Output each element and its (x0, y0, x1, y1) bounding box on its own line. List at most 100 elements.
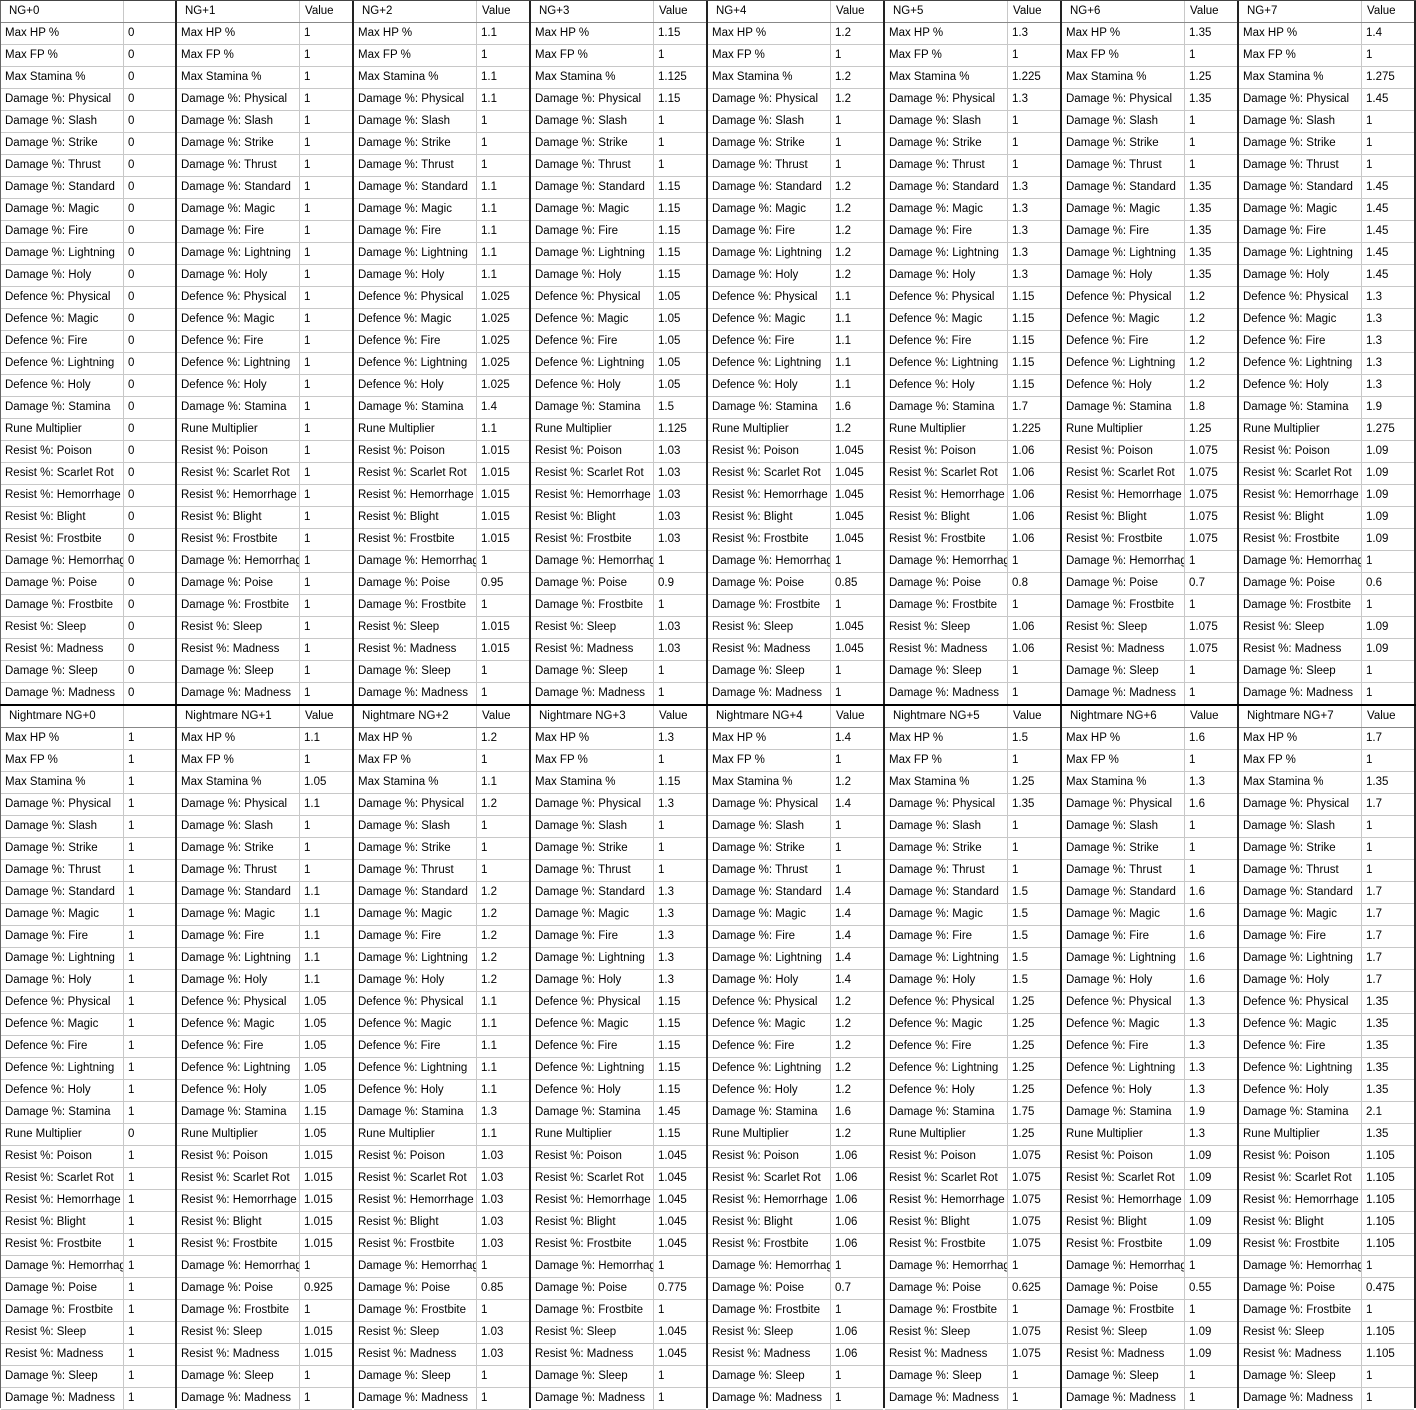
value-cell[interactable]: 1.2 (831, 23, 883, 44)
value-cell[interactable]: 1.3 (1185, 1124, 1237, 1145)
table-row[interactable]: Resist %: Hemorrhage 1.06 (708, 1190, 883, 1212)
table-row[interactable]: Damage %: Sleep 1 (177, 1366, 352, 1388)
value-cell[interactable]: 1.25 (1008, 992, 1060, 1013)
value-cell[interactable]: 1.05 (300, 1036, 352, 1057)
row-label-cell[interactable]: Damage %: Strike (885, 838, 1008, 859)
row-label-cell[interactable]: Rune Multiplier (1239, 419, 1362, 440)
value-cell[interactable]: 1.15 (654, 1014, 706, 1035)
value-cell[interactable]: 1.05 (300, 1080, 352, 1101)
table-row[interactable]: Defence %: Physical 1.15 (531, 992, 706, 1014)
value-cell[interactable]: 1 (124, 1168, 175, 1189)
value-cell[interactable]: 1 (300, 331, 352, 352)
table-row[interactable]: Damage %: Sleep 1 (1062, 1366, 1237, 1388)
value-cell[interactable]: 1.15 (1008, 309, 1060, 330)
value-cell[interactable]: 0 (124, 551, 175, 572)
row-label-cell[interactable]: Damage %: Stamina (1062, 397, 1185, 418)
row-label-cell[interactable]: Rune Multiplier (354, 1124, 477, 1145)
table-row[interactable]: Damage %: Stamina 1.6 (708, 397, 883, 419)
row-label-cell[interactable]: Damage %: Strike (1, 838, 124, 859)
value-cell[interactable]: 0 (124, 595, 175, 616)
row-label-cell[interactable]: Damage %: Standard (1239, 882, 1362, 903)
value-cell[interactable]: 1 (831, 683, 883, 704)
table-row[interactable]: Damage %: Standard 1.3 (885, 177, 1060, 199)
value-cell[interactable]: 0 (124, 507, 175, 528)
row-label-cell[interactable]: Damage %: Hemorrhage (885, 551, 1008, 572)
row-label-cell[interactable]: Rune Multiplier (708, 1124, 831, 1145)
value-cell[interactable]: 1 (477, 45, 529, 66)
table-row[interactable]: Resist %: Blight 1.06 (885, 507, 1060, 529)
value-cell[interactable]: 1.15 (654, 23, 706, 44)
row-label-cell[interactable]: Resist %: Poison (1062, 441, 1185, 462)
table-row[interactable]: Defence %: Holy 1.3 (1062, 1080, 1237, 1102)
table-row[interactable]: Rune Multiplier 1.1 (354, 1124, 529, 1146)
table-row[interactable]: Damage %: Physical 1.15 (531, 89, 706, 111)
row-label-cell[interactable]: Damage %: Hemorrhage (177, 551, 300, 572)
value-cell[interactable]: 0 (124, 529, 175, 550)
table-row[interactable]: Resist %: Sleep 1.06 (885, 617, 1060, 639)
row-label-cell[interactable]: Defence %: Lightning (1062, 1058, 1185, 1079)
table-row[interactable]: Defence %: Magic 1.1 (354, 1014, 529, 1036)
table-row[interactable]: Resist %: Scarlet Rot 0 (1, 463, 175, 485)
table-row[interactable]: Defence %: Holy 1.25 (885, 1080, 1060, 1102)
value-cell[interactable]: 1.3 (1185, 1058, 1237, 1079)
value-cell[interactable]: 1.105 (1362, 1146, 1414, 1167)
table-row[interactable]: Damage %: Standard 1.2 (708, 177, 883, 199)
value-cell[interactable]: 1.09 (1185, 1234, 1237, 1255)
value-cell[interactable]: 1.5 (1008, 926, 1060, 947)
row-label-cell[interactable]: Resist %: Poison (531, 1146, 654, 1167)
row-label-cell[interactable]: Damage %: Poise (1239, 573, 1362, 594)
row-label-cell[interactable]: Resist %: Sleep (1, 1322, 124, 1343)
row-label-cell[interactable]: Damage %: Hemorrhage (1239, 1256, 1362, 1277)
row-label-cell[interactable]: Max HP % (885, 23, 1008, 44)
table-row[interactable]: Damage %: Stamina 1.5 (531, 397, 706, 419)
row-label-cell[interactable]: Damage %: Sleep (1, 661, 124, 682)
value-cell[interactable]: 1.05 (654, 375, 706, 396)
row-label-cell[interactable]: Resist %: Frostbite (177, 529, 300, 550)
row-label-cell[interactable]: Resist %: Madness (1, 1344, 124, 1365)
row-label-cell[interactable]: Defence %: Physical (885, 287, 1008, 308)
table-row[interactable]: Damage %: Sleep 0 (1, 661, 175, 683)
row-label-cell[interactable]: Max Stamina % (1, 772, 124, 793)
row-label-cell[interactable]: Defence %: Holy (885, 375, 1008, 396)
table-row[interactable]: Defence %: Lightning 1 (1, 1058, 175, 1080)
table-row[interactable]: Damage %: Lightning 1.3 (885, 243, 1060, 265)
table-row[interactable]: Damage %: Sleep 1 (885, 1366, 1060, 1388)
row-label-cell[interactable]: Damage %: Stamina (1, 397, 124, 418)
row-label-cell[interactable]: Defence %: Physical (885, 992, 1008, 1013)
table-row[interactable]: Damage %: Frostbite 1 (531, 1300, 706, 1322)
value-cell[interactable]: 1.045 (831, 485, 883, 506)
row-label-cell[interactable]: Damage %: Strike (354, 133, 477, 154)
table-row[interactable]: Damage %: Lightning 1.45 (1239, 243, 1414, 265)
row-label-cell[interactable]: Damage %: Fire (1062, 926, 1185, 947)
table-row[interactable]: Rune Multiplier 1.2 (708, 1124, 883, 1146)
panel-title[interactable]: NG+4 (708, 1, 831, 22)
row-label-cell[interactable]: Damage %: Poise (1062, 573, 1185, 594)
value-cell[interactable]: 1 (124, 1014, 175, 1035)
value-cell[interactable]: 1.2 (1185, 331, 1237, 352)
value-cell[interactable]: 1.2 (477, 948, 529, 969)
value-cell[interactable]: 1 (300, 287, 352, 308)
table-row[interactable]: Damage %: Lightning 1.6 (1062, 948, 1237, 970)
row-label-cell[interactable]: Rune Multiplier (1239, 1124, 1362, 1145)
value-cell[interactable]: 1.03 (654, 441, 706, 462)
row-label-cell[interactable]: Resist %: Poison (708, 441, 831, 462)
table-row[interactable]: Resist %: Hemorrhage 1.045 (708, 485, 883, 507)
table-row[interactable]: Damage %: Holy 1.4 (708, 970, 883, 992)
row-label-cell[interactable]: Max FP % (354, 45, 477, 66)
table-row[interactable]: Defence %: Holy 0 (1, 375, 175, 397)
value-cell[interactable]: 1 (1362, 45, 1414, 66)
table-row[interactable]: Damage %: Thrust 1 (531, 860, 706, 882)
row-label-cell[interactable]: Damage %: Frostbite (531, 1300, 654, 1321)
table-row[interactable]: Damage %: Physical 1.3 (885, 89, 1060, 111)
table-row[interactable]: Resist %: Poison 1.06 (708, 1146, 883, 1168)
value-cell[interactable]: 1.2 (831, 1036, 883, 1057)
panel-title[interactable]: NG+6 (1062, 1, 1185, 22)
row-label-cell[interactable]: Damage %: Strike (531, 133, 654, 154)
table-row[interactable]: Damage %: Holy 1.6 (1062, 970, 1237, 992)
row-label-cell[interactable]: Damage %: Lightning (354, 948, 477, 969)
table-row[interactable]: Damage %: Stamina 1.45 (531, 1102, 706, 1124)
panel-title[interactable]: Nightmare NG+6 (1062, 706, 1185, 727)
row-label-cell[interactable]: Resist %: Blight (708, 1212, 831, 1233)
value-cell[interactable]: 1 (300, 595, 352, 616)
value-cell[interactable]: 1 (1362, 838, 1414, 859)
